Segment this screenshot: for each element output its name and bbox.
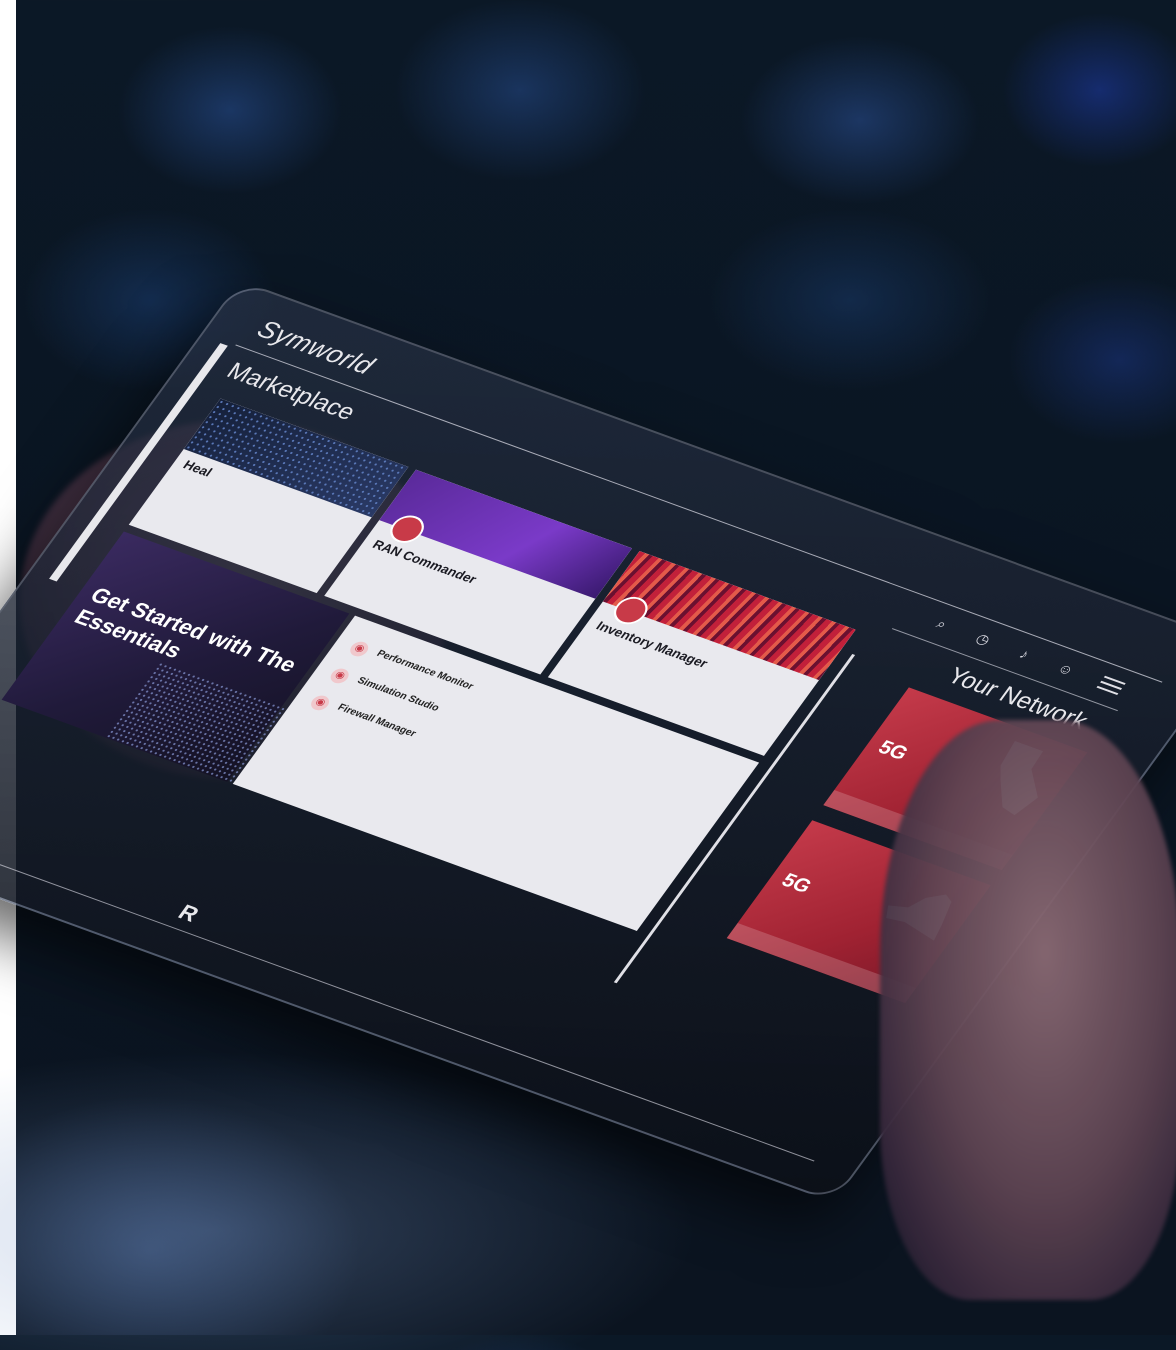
- bell-icon[interactable]: ♪: [1011, 643, 1039, 664]
- network-type: 5G: [873, 736, 913, 765]
- search-icon[interactable]: ⌕: [928, 613, 956, 634]
- clock-icon[interactable]: ◷: [969, 628, 997, 649]
- device-logo: R: [173, 899, 204, 927]
- app-icon: ◉: [327, 666, 353, 686]
- user-icon[interactable]: ☺: [1052, 658, 1080, 679]
- app-icon: ◉: [307, 693, 333, 713]
- app-icon: ◉: [346, 639, 372, 659]
- right-hand: [880, 720, 1176, 1300]
- network-type: 5G: [777, 869, 816, 898]
- menu-icon[interactable]: [1094, 672, 1128, 698]
